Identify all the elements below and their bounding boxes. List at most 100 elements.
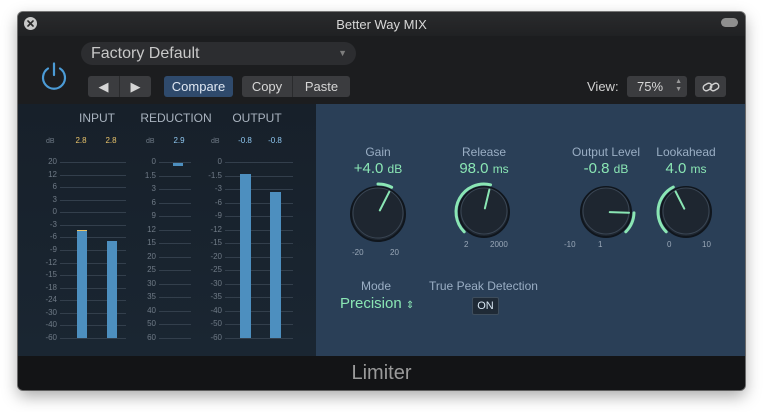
toolbar-toggle-button[interactable]	[721, 18, 738, 27]
reduction-scale-tick-label: 1.5	[144, 170, 156, 180]
chevron-down-icon: ▼	[338, 48, 347, 58]
power-button[interactable]	[38, 60, 70, 92]
output-right-meter-bar	[270, 192, 281, 338]
window-title: Better Way MIX	[336, 17, 427, 32]
previous-preset-button[interactable]: ◀	[88, 76, 120, 97]
plugin-name: Limiter	[18, 356, 745, 390]
output-scale-gridline	[225, 202, 293, 204]
reduction-scale-tick-label: 9	[151, 211, 156, 221]
paste-button[interactable]: Paste	[293, 76, 350, 97]
reduction-scale-tick-label: 40	[147, 305, 156, 315]
input-scale-tick-label: -40	[45, 320, 57, 330]
true-peak-label: True Peak Detection	[429, 279, 538, 293]
output-scale-tick-label: -20	[210, 251, 222, 261]
input-right-peak: 2.8	[105, 136, 117, 145]
lookahead-label: Lookahead	[656, 145, 716, 159]
plugin-window: Better Way MIX Factory Default ▼ ◀ ▶ Com…	[18, 12, 745, 390]
release-unit: ms	[492, 162, 509, 176]
lookahead-knob[interactable]	[655, 181, 717, 243]
link-button[interactable]	[695, 76, 726, 97]
preset-select[interactable]: Factory Default ▼	[81, 42, 356, 65]
gain-max: 20	[390, 248, 399, 257]
reduction-scale-tick-label: 30	[147, 278, 156, 288]
input-left-peak-marker	[77, 230, 87, 231]
gain-min: -20	[352, 248, 364, 257]
release-knob-body	[458, 186, 510, 238]
release-min: 2	[464, 240, 469, 249]
output-scale-gridline	[225, 297, 293, 299]
input-scale-gridline	[60, 224, 126, 226]
copy-button[interactable]: Copy	[242, 76, 293, 97]
lookahead-value: 4.0	[665, 160, 687, 177]
output-scale-tick-label: -35	[210, 292, 222, 302]
reduction-scale-gridline	[159, 310, 191, 312]
output-scale-tick-label: -40	[210, 305, 222, 315]
output-scale-tick-label: -15	[210, 238, 222, 248]
true-peak-toggle[interactable]: ON	[472, 297, 499, 315]
release-knob[interactable]	[453, 181, 515, 243]
input-scale-tick-label: -30	[45, 307, 57, 317]
gain-knob[interactable]	[345, 181, 411, 247]
reduction-meter-bar	[173, 163, 183, 166]
input-scale-tick-label: -15	[45, 270, 57, 280]
gain-value: +4.0	[353, 160, 384, 177]
input-left-peak: 2.8	[75, 136, 87, 145]
output-meter-label: OUTPUT	[232, 111, 282, 125]
output-scale-gridline	[225, 310, 293, 312]
output-scale-tick-label: 0	[217, 157, 222, 166]
input-scale-tick-label: -3	[49, 219, 57, 229]
reduction-scale-gridline	[159, 189, 191, 191]
reduction-db-unit: dB	[146, 138, 155, 145]
input-left-meter-bar	[77, 230, 87, 338]
view-label: View:	[587, 79, 619, 94]
mode-select[interactable]: Precision ⇕	[340, 295, 414, 312]
input-scale-gridline	[60, 199, 126, 201]
compare-button[interactable]: Compare	[164, 76, 233, 97]
meters-panel: INPUT REDUCTION OUTPUT dB dB dB 2.8 2.8 …	[18, 104, 316, 356]
output-left-peak: -0.8	[238, 136, 252, 145]
stepper-icon: ▲ ▼	[675, 78, 682, 93]
input-scale-tick-label: -6	[49, 232, 57, 242]
reduction-scale-gridline	[159, 256, 191, 258]
input-scale-gridline	[60, 187, 126, 189]
title-bar: Better Way MIX	[18, 12, 745, 36]
output-scale-tick-label: -12	[210, 224, 222, 234]
next-preset-button[interactable]: ▶	[120, 76, 151, 97]
output-level-knob[interactable]	[575, 181, 637, 243]
reduction-scale-gridline	[159, 270, 191, 272]
reduction-scale-tick-label: 50	[147, 319, 156, 329]
output-scale-gridline	[225, 338, 293, 339]
reduction-scale-gridline	[159, 229, 191, 231]
input-scale-tick-label: 0	[52, 207, 57, 217]
output-scale-tick-label: -1.5	[208, 170, 222, 180]
input-db-unit: dB	[46, 138, 55, 145]
input-scale-gridline	[60, 162, 126, 163]
output-scale-gridline	[225, 243, 293, 245]
output-scale-tick-label: -9	[214, 211, 222, 221]
gain-unit: dB	[387, 162, 403, 176]
reduction-peak: 2.9	[173, 136, 185, 145]
reduction-scale-gridline	[159, 297, 191, 299]
input-scale-gridline	[60, 212, 126, 214]
preset-name: Factory Default	[91, 45, 200, 62]
input-scale-tick-label: -24	[45, 295, 57, 305]
output-db-unit: dB	[211, 138, 220, 145]
preset-nav: ◀ ▶	[88, 76, 151, 97]
output-scale-gridline	[225, 175, 293, 177]
view-zoom-select[interactable]: 75% ▲ ▼	[627, 76, 687, 97]
output-scale-gridline	[225, 162, 293, 163]
input-scale-tick-label: 12	[48, 169, 57, 179]
input-scale-tick-label: 20	[48, 157, 57, 166]
reduction-scale-gridline	[159, 216, 191, 218]
output-scale-tick-label: -50	[210, 319, 222, 329]
gain-label: Gain	[365, 145, 391, 159]
input-right-meter-bar	[107, 241, 117, 338]
input-scale-tick-label: -12	[45, 257, 57, 267]
reduction-scale-tick-label: 35	[147, 292, 156, 302]
limiter-controls-panel: Gain +4.0 dB -20 20 Release 98.0 ms 2 20…	[316, 104, 745, 356]
reduction-scale-gridline	[159, 283, 191, 285]
view-zoom-value: 75%	[637, 79, 664, 94]
plugin-header: Factory Default ▼ ◀ ▶ Compare Copy Paste…	[18, 36, 745, 104]
reduction-scale-gridline	[159, 338, 191, 339]
input-scale-tick-label: -9	[49, 245, 57, 254]
